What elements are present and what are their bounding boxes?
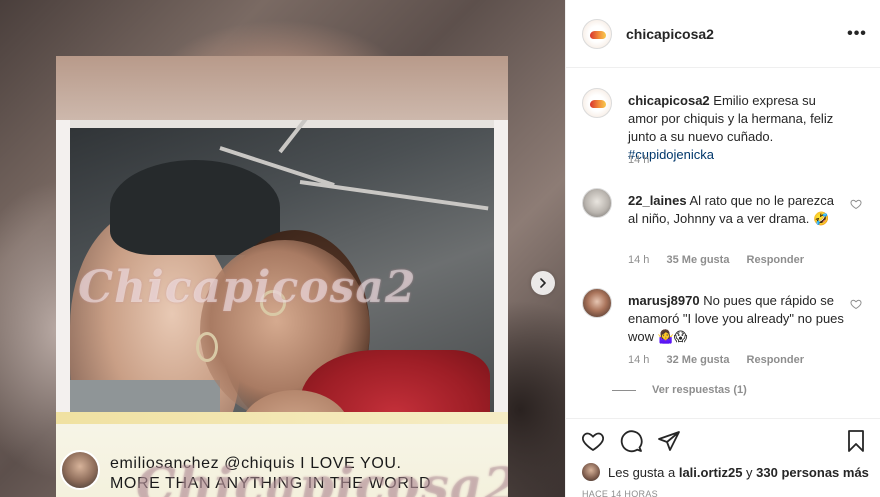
comment-username[interactable]: marusj8970	[628, 293, 700, 308]
image-top-blur	[56, 56, 508, 120]
comment-meta: 14 h 35 Me gusta Responder	[628, 254, 818, 266]
bookmark-icon[interactable]	[844, 429, 868, 453]
avatar[interactable]	[582, 288, 612, 318]
divider	[612, 389, 636, 391]
cap	[110, 160, 280, 255]
heart-icon[interactable]	[850, 198, 862, 210]
more-options-button[interactable]: •••	[847, 24, 867, 44]
post-sidebar: chicapicosa2 ••• chicapicosa2 Emilio exp…	[565, 0, 880, 497]
comment-time[interactable]: 14 h	[628, 254, 649, 266]
comment-item: 22_laines Al rato que no le parezca al n…	[582, 188, 872, 278]
post-image: Chicapicosa2 emiliosanchez @chiquis I LO…	[56, 56, 508, 497]
comment-likes[interactable]: 35 Me gusta	[666, 254, 729, 266]
caption-avatar	[60, 450, 100, 490]
post-header: chicapicosa2 •••	[566, 0, 880, 68]
avatar	[582, 463, 600, 481]
likes-prefix: Les gusta a	[608, 464, 676, 480]
post-media[interactable]: Chicapicosa2 emiliosanchez @chiquis I LO…	[0, 0, 565, 497]
watermark: Chicapicosa2	[136, 456, 508, 497]
view-replies-label: Ver respuestas (1)	[652, 384, 747, 396]
comment-item: marusj8970 No pues que rápido se enamoró…	[582, 288, 872, 378]
likes-user[interactable]: lali.ortiz25	[679, 465, 743, 480]
likes-others[interactable]: 330 personas más	[756, 465, 869, 480]
comment-icon[interactable]	[619, 429, 643, 453]
caption-time[interactable]: 14 h	[628, 154, 649, 166]
next-slide-button[interactable]	[531, 271, 555, 295]
caption-meta: 14 h	[628, 154, 663, 166]
heart-icon[interactable]	[581, 429, 605, 453]
post-timestamp[interactable]: HACE 14 HORAS	[582, 489, 658, 497]
avatar[interactable]	[582, 18, 612, 49]
caption-accent	[56, 412, 508, 424]
more-icon: •••	[847, 25, 867, 42]
caption-username[interactable]: chicapicosa2	[628, 93, 710, 108]
comment-body: marusj8970 No pues que rápido se enamoró…	[628, 292, 846, 346]
post-caption: chicapicosa2 Emilio expresa su amor por …	[582, 88, 872, 168]
comment-body: 22_laines Al rato que no le parezca al n…	[628, 192, 846, 228]
comment-meta: 14 h 32 Me gusta Responder	[628, 354, 818, 366]
post-actions: Les gusta a lali.ortiz25 y 330 personas …	[566, 418, 880, 497]
tent-rib	[299, 180, 489, 211]
heart-icon[interactable]	[850, 298, 862, 310]
earring	[196, 332, 218, 362]
comments-list[interactable]: chicapicosa2 Emilio expresa su amor por …	[566, 68, 880, 418]
frame-top-bar	[70, 120, 494, 128]
share-icon[interactable]	[657, 429, 681, 453]
comment-time[interactable]: 14 h	[628, 354, 649, 366]
avatar[interactable]	[582, 188, 612, 218]
likes-middle: y	[746, 464, 753, 480]
view-replies-button[interactable]: Ver respuestas (1)	[612, 384, 747, 396]
comment-username[interactable]: 22_laines	[628, 193, 687, 208]
header-username[interactable]: chicapicosa2	[626, 26, 714, 42]
reply-button[interactable]: Responder	[747, 254, 804, 266]
likes-summary[interactable]: Les gusta a lali.ortiz25 y 330 personas …	[582, 463, 869, 481]
comment-likes[interactable]: 32 Me gusta	[666, 354, 729, 366]
instagram-post-view: Chicapicosa2 emiliosanchez @chiquis I LO…	[0, 0, 880, 497]
reply-button[interactable]: Responder	[747, 354, 804, 366]
avatar[interactable]	[582, 88, 612, 118]
watermark: Chicapicosa2	[78, 262, 417, 313]
chevron-right-icon	[540, 278, 546, 288]
